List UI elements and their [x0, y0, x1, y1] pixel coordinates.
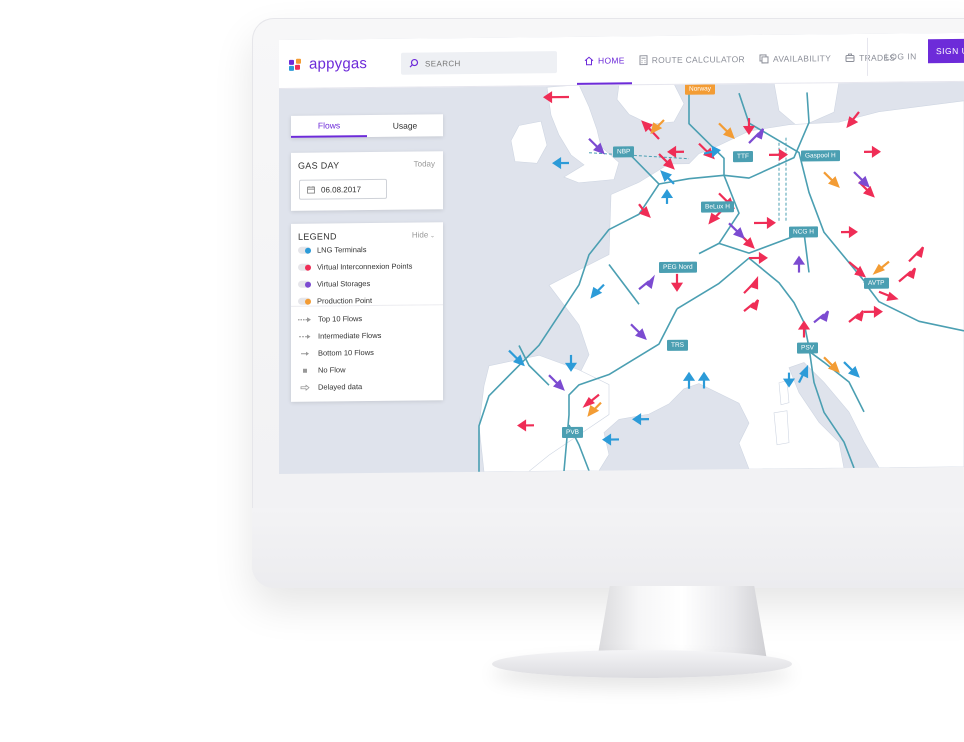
- hub-ttf[interactable]: TTF: [733, 151, 753, 163]
- no-flow-icon: [298, 367, 312, 373]
- monitor-chin: [252, 508, 964, 588]
- legend-title: LEGEND: [298, 231, 337, 242]
- legend-flow-none: No Flow: [298, 365, 346, 375]
- legend-hide-label: Hide: [411, 230, 429, 240]
- top-navigation-bar: appygas HOME ROUTE CALCULATOR: [279, 32, 964, 89]
- legend-flow-label: Intermediate Flows: [318, 330, 382, 341]
- toggle-switch[interactable]: [298, 297, 311, 305]
- legend-label: Virtual Storages: [317, 279, 371, 289]
- search-box[interactable]: [401, 51, 557, 75]
- search-input[interactable]: [423, 56, 547, 69]
- nav-label-route-calculator: ROUTE CALCULATOR: [651, 54, 745, 66]
- hub-avtp[interactable]: AVTP: [864, 277, 889, 289]
- toggle-switch[interactable]: [298, 280, 311, 288]
- legend-item-lng-terminals[interactable]: LNG Terminals: [298, 245, 366, 255]
- toggle-switch[interactable]: [298, 246, 311, 254]
- legend-panel: LEGEND Hide ⌄ LNG Terminals Virtual Inte…: [291, 222, 443, 402]
- hub-pvb[interactable]: PVB: [562, 426, 584, 439]
- delayed-arrow-icon: [298, 384, 312, 391]
- logo-mark-icon: [289, 58, 305, 71]
- hub-psv[interactable]: PSV: [797, 342, 819, 354]
- bottom-flow-arrow-icon: [298, 350, 312, 356]
- intermediate-flow-arrow-icon: [298, 333, 312, 339]
- view-tabs: Flows Usage: [291, 114, 443, 138]
- login-link[interactable]: LOG IN: [885, 47, 917, 61]
- toggle-switch[interactable]: [298, 263, 311, 271]
- gas-day-panel: GAS DAY Today 06.08.2017: [291, 151, 443, 211]
- legend-flow-label: Bottom 10 Flows: [318, 348, 374, 358]
- tab-usage[interactable]: Usage: [367, 114, 443, 137]
- legend-flow-label: No Flow: [318, 365, 346, 375]
- hub-gaspool-h[interactable]: Gaspool H: [801, 150, 840, 162]
- legend-label: LNG Terminals: [317, 245, 367, 255]
- tab-flows[interactable]: Flows: [291, 115, 367, 138]
- home-icon: [584, 56, 594, 66]
- signup-button[interactable]: SIGN UP: [928, 38, 964, 64]
- nav-item-availability[interactable]: AVAILABILITY: [752, 34, 838, 83]
- hub-norway[interactable]: Norway: [685, 83, 716, 95]
- nav-item-route-calculator[interactable]: ROUTE CALCULATOR: [632, 35, 752, 84]
- legend-flow-label: Delayed data: [318, 382, 363, 392]
- chevron-down-icon: ⌄: [428, 233, 435, 240]
- hub-belux-h[interactable]: BeLux H: [701, 201, 734, 213]
- legend-hide-toggle[interactable]: Hide ⌄: [412, 230, 435, 239]
- date-value: 06.08.2017: [321, 184, 362, 195]
- legend-flow-top10: Top 10 Flows: [298, 314, 362, 324]
- trades-icon: [845, 53, 855, 63]
- monitor-base: [492, 650, 792, 678]
- legend-divider: [291, 304, 443, 307]
- nav-label-availability: AVAILABILITY: [772, 53, 832, 64]
- availability-icon: [759, 54, 769, 64]
- date-picker[interactable]: 06.08.2017: [299, 178, 387, 200]
- today-link[interactable]: Today: [414, 159, 435, 168]
- brand-logo[interactable]: appygas: [289, 55, 367, 73]
- legend-item-vip[interactable]: Virtual Interconnexion Points: [298, 262, 412, 272]
- legend-flow-intermediate: Intermediate Flows: [298, 331, 381, 341]
- legend-flow-label: Top 10 Flows: [318, 314, 363, 324]
- legend-flow-bottom10: Bottom 10 Flows: [298, 348, 374, 358]
- hub-trs[interactable]: TRS: [667, 339, 688, 351]
- search-icon: [409, 58, 419, 68]
- hub-nbp[interactable]: NBP: [613, 146, 635, 158]
- screen: Norway NBP TTF Gaspool H BeLux H NCG H P…: [279, 32, 964, 474]
- hub-ncg-h[interactable]: NCG H: [789, 226, 818, 238]
- nav-label-home: HOME: [598, 55, 625, 66]
- brand-name: appygas: [309, 55, 368, 73]
- calendar-icon: [307, 186, 315, 194]
- gas-day-title: GAS DAY: [298, 160, 340, 171]
- hub-peg-nord[interactable]: PEG Nord: [659, 261, 697, 274]
- main-nav: HOME ROUTE CALCULATOR AVAILABILITY TRADE…: [577, 33, 902, 85]
- top-flow-arrow-icon: [298, 316, 312, 322]
- legend-item-virtual-storages[interactable]: Virtual Storages: [298, 279, 370, 289]
- nav-item-home[interactable]: HOME: [577, 36, 632, 85]
- nav-divider: [867, 37, 868, 76]
- calculator-icon: [639, 55, 648, 66]
- legend-label: Virtual Interconnexion Points: [317, 261, 413, 272]
- legend-flow-delayed: Delayed data: [298, 382, 362, 392]
